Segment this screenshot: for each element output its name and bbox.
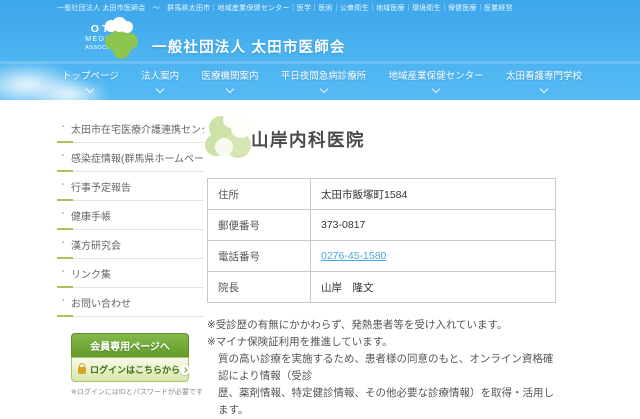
- sidebar-item-label: 感染症情報(群馬県ホームページ): [71, 150, 204, 165]
- nav-label: 平日夜間急病診療所: [281, 68, 367, 82]
- row-value: 山岸 隆文: [311, 272, 556, 303]
- bullet-icon: ・: [59, 266, 67, 278]
- nav-label: トップページ: [62, 68, 119, 82]
- note-line: ※マイナ保険証利用を推進しています。: [207, 334, 556, 351]
- nav-label: 地域産業保健センター: [389, 68, 484, 82]
- nav-item-emergency-clinic[interactable]: 平日夜間急病診療所: [281, 68, 367, 92]
- sidebar-item-label: リンク集: [71, 266, 204, 281]
- sidebar-divider: [57, 200, 204, 201]
- nav-item-nursing-school[interactable]: 太田看護専門学校: [506, 68, 582, 92]
- sidebar-item-infection-info[interactable]: ・ 感染症情報(群馬県ホームページ): [57, 143, 204, 171]
- sidebar-item-kampo-study[interactable]: ・ 漢方研究会: [57, 230, 204, 258]
- chevron-down-icon: [156, 85, 164, 93]
- chevron-down-icon: [540, 85, 548, 93]
- sidebar-item-event-schedule[interactable]: ・ 行事予定報告: [57, 172, 204, 200]
- table-row-phone: 電話番号 0276-45-1580: [208, 241, 556, 272]
- page-title: 山岸内科医院: [251, 127, 365, 152]
- member-page-button[interactable]: 会員専用ページへ: [71, 333, 189, 357]
- nav-label: 医療機関案内: [201, 68, 258, 82]
- clinic-title-block: 山岸内科医院: [207, 112, 556, 166]
- nav-item-about[interactable]: 法人案内: [141, 68, 179, 92]
- sidebar-divider: [57, 287, 204, 288]
- row-label: 院長: [208, 272, 311, 303]
- bullet-icon: ・: [59, 208, 67, 220]
- sidebar-item-contact[interactable]: ・ お問い合わせ: [57, 288, 204, 316]
- nav-item-top[interactable]: トップページ: [62, 68, 119, 92]
- nav-separator: [0, 61, 640, 64]
- nav-item-institutions[interactable]: 医療機関案内: [201, 68, 258, 92]
- bullet-icon: ・: [59, 237, 67, 249]
- site-header: 一般社団法人 太田市医師会 ～ 群馬県太田市｜地域産業保健センター｜医学｜医術｜…: [0, 0, 640, 100]
- nav-item-occupational-health[interactable]: 地域産業保健センター: [389, 68, 484, 92]
- sidebar-item-links[interactable]: ・ リンク集: [57, 259, 204, 287]
- main-navigation: トップページ 法人案内 医療機関案内 平日夜間急病診療所 地域産業保健センター …: [62, 68, 582, 92]
- chevron-down-icon: [86, 85, 94, 93]
- clover-decoration-icon: [207, 112, 255, 166]
- bullet-icon: ・: [59, 179, 67, 191]
- login-button[interactable]: ログインはこちらから: [71, 357, 189, 382]
- sidebar-item-home-care-center[interactable]: ・ 太田市在宅医療介護連携センター: [57, 114, 204, 142]
- note-line: 質の高い診療を実施するため、患者様の同意のもと、オンライン資格確認により情報（受…: [207, 351, 556, 385]
- table-row-postal-code: 郵便番号 373-0817: [208, 210, 556, 241]
- nav-label: 太田看護専門学校: [506, 68, 582, 82]
- sidebar-divider: [57, 171, 204, 172]
- sidebar-item-label: 健康手帳: [71, 208, 204, 223]
- row-label: 住所: [208, 179, 311, 210]
- phone-link[interactable]: 0276-45-1580: [321, 250, 386, 262]
- note-line: ※受診歴の有無にかかわらず、発熱患者等を受け入れています。: [207, 317, 556, 334]
- page-body: ・ 太田市在宅医療介護連携センター ・ 感染症情報(群馬県ホームページ) ・ 行…: [0, 100, 640, 400]
- sidebar-item-label: 行事予定報告: [71, 179, 204, 194]
- main-content: 山岸内科医院 住所 太田市飯塚町1584 郵便番号 373-0817 電話番号 …: [207, 112, 556, 419]
- login-button-label: ログインはこちらから: [90, 363, 180, 376]
- row-label: 電話番号: [208, 241, 311, 272]
- chevron-down-icon: [319, 85, 327, 93]
- bullet-icon: ・: [59, 295, 67, 307]
- sidebar-item-health-notebook[interactable]: ・ 健康手帳: [57, 201, 204, 229]
- table-row-director: 院長 山岸 隆文: [208, 272, 556, 303]
- sidebar-item-label: 太田市在宅医療介護連携センター: [71, 121, 204, 136]
- sidebar-divider: [57, 316, 204, 317]
- login-note: ※ログインにはIDとパスワードが必要です: [71, 387, 189, 397]
- bullet-icon: ・: [59, 121, 67, 133]
- table-row-address: 住所 太田市飯塚町1584: [208, 179, 556, 210]
- clover-logo-icon: [103, 20, 141, 62]
- member-panel: 会員専用ページへ ログインはこちらから ※ログインにはIDとパスワードが必要です: [71, 333, 189, 397]
- arrow-right-icon: [180, 365, 190, 375]
- bullet-icon: ・: [59, 150, 67, 162]
- chevron-down-icon: [432, 85, 440, 93]
- nav-label: 法人案内: [141, 68, 179, 82]
- clinic-info-table: 住所 太田市飯塚町1584 郵便番号 373-0817 電話番号 0276-45…: [207, 178, 556, 303]
- sidebar-item-label: お問い合わせ: [71, 295, 204, 310]
- sidebar-divider: [57, 142, 204, 143]
- sidebar-divider: [57, 229, 204, 230]
- clinic-notes: ※受診歴の有無にかかわらず、発熱患者等を受け入れています。 ※マイナ保険証利用を…: [207, 317, 556, 419]
- row-label: 郵便番号: [208, 210, 311, 241]
- row-value: 0276-45-1580: [311, 241, 556, 272]
- row-value: 373-0817: [311, 210, 556, 241]
- note-line: 歴、薬剤情報、特定健診情報、その他必要な診療情報）を取得・活用します。: [207, 385, 556, 419]
- sidebar-item-label: 漢方研究会: [71, 237, 204, 252]
- site-title[interactable]: 一般社団法人 太田市医師会: [152, 36, 346, 57]
- sidebar-divider: [57, 258, 204, 259]
- row-value: 太田市飯塚町1584: [311, 179, 556, 210]
- chevron-down-icon: [226, 85, 234, 93]
- sidebar: ・ 太田市在宅医療介護連携センター ・ 感染症情報(群馬県ホームページ) ・ 行…: [57, 114, 204, 397]
- lock-icon: [78, 367, 86, 374]
- site-tagline: 一般社団法人 太田市医師会 ～ 群馬県太田市｜地域産業保健センター｜医学｜医術｜…: [57, 3, 630, 13]
